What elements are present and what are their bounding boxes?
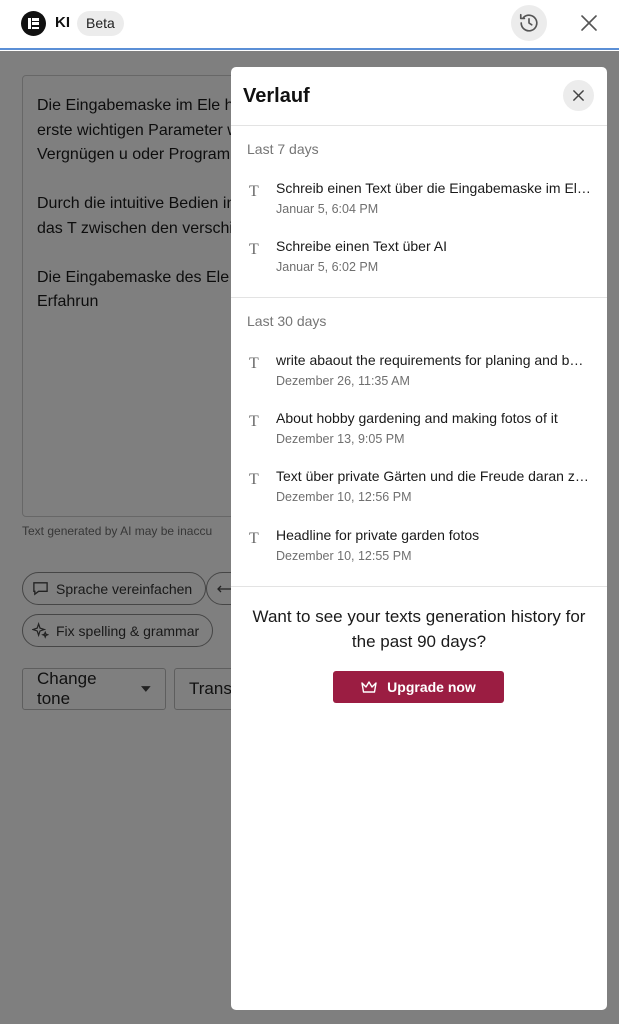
history-item[interactable]: T write abaout the requirements for plan… — [231, 352, 607, 400]
text-T-icon: T — [249, 471, 259, 488]
upgrade-now-button[interactable]: Upgrade now — [333, 671, 504, 703]
elementor-logo-icon — [21, 11, 46, 36]
history-item-title: Schreibe einen Text über AI — [276, 238, 447, 254]
text-T-icon: T — [249, 355, 259, 372]
text-T-icon: T — [249, 241, 259, 258]
history-item-title: Headline for private garden fotos — [276, 527, 480, 543]
text-T-icon: T — [249, 413, 259, 430]
divider — [231, 586, 607, 587]
app-root: KI Beta Die Eingabemaske im Ele hilft, s… — [0, 0, 619, 1024]
text-T-icon: T — [249, 183, 259, 200]
close-icon — [581, 15, 597, 31]
section-label-last-30-days: Last 30 days — [247, 313, 327, 329]
history-item-date: Januar 5, 6:02 PM — [276, 260, 379, 274]
history-item-date: Dezember 13, 9:05 PM — [276, 432, 405, 446]
history-item-date: Dezember 10, 12:55 PM — [276, 549, 412, 563]
divider — [231, 297, 607, 298]
history-button[interactable] — [511, 5, 547, 41]
history-item-title: About hobby gardening and making fotos o… — [276, 410, 558, 426]
crown-icon — [361, 681, 377, 693]
divider — [231, 125, 607, 126]
history-item-title: Schreib einen Text über die Eingabemaske… — [276, 180, 591, 196]
history-item[interactable]: T Schreib einen Text über die Eingabemas… — [231, 180, 607, 228]
history-item[interactable]: T Schreibe einen Text über AI Januar 5, … — [231, 238, 607, 286]
section-label-last-7-days: Last 7 days — [247, 141, 319, 157]
history-item-title: write abaout the requirements for planin… — [276, 352, 591, 368]
panel-title: Verlauf — [243, 85, 310, 107]
history-item-date: Dezember 10, 12:56 PM — [276, 490, 412, 504]
history-panel: Verlauf Last 7 days T Schreib einen Text… — [231, 67, 607, 1010]
history-item[interactable]: T About hobby gardening and making fotos… — [231, 410, 607, 458]
header-bar: KI Beta — [0, 0, 619, 50]
beta-badge: Beta — [77, 11, 124, 36]
history-item[interactable]: T Headline for private garden fotos Deze… — [231, 527, 607, 575]
upsell-text: Want to see your texts generation histor… — [252, 607, 586, 651]
history-item-date: Januar 5, 6:04 PM — [276, 202, 379, 216]
close-button[interactable] — [574, 8, 604, 38]
history-item[interactable]: T Text über private Gärten und die Freud… — [231, 468, 607, 516]
history-item-title: Text über private Gärten und die Freude … — [276, 468, 591, 484]
panel-close-button[interactable] — [563, 80, 594, 111]
history-item-date: Dezember 26, 11:35 AM — [276, 374, 410, 388]
history-icon — [519, 13, 538, 32]
upgrade-label: Upgrade now — [387, 679, 476, 695]
app-title: KI — [55, 14, 70, 31]
close-icon — [573, 90, 584, 101]
text-T-icon: T — [249, 530, 259, 547]
